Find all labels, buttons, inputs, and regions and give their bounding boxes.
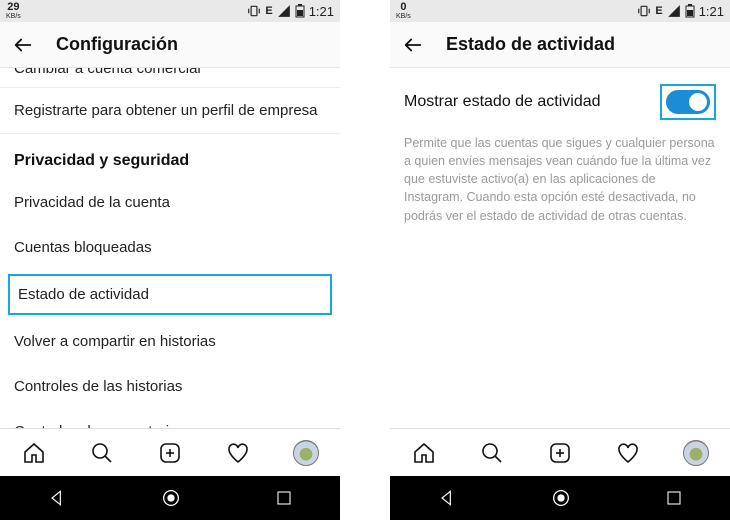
list-item-activity-status[interactable]: Estado de actividad (8, 274, 332, 315)
speed-unit: KB/s (6, 13, 21, 20)
network-type: E (265, 5, 272, 17)
vibrate-icon (247, 4, 261, 18)
phone-right: 0 KB/s E 1:21 Estado de actividad Mostra… (390, 0, 730, 520)
toggle-highlight (660, 84, 716, 120)
nav-recent-icon[interactable] (665, 489, 683, 507)
nav-back-icon[interactable] (437, 488, 457, 508)
heart-icon[interactable] (225, 440, 251, 466)
signal-icon (667, 4, 681, 18)
network-speed: 0 KB/s (396, 2, 411, 20)
nav-home-icon[interactable] (160, 487, 182, 509)
heart-icon[interactable] (615, 440, 641, 466)
nav-home-icon[interactable] (550, 487, 572, 509)
status-icons: E 1:21 (247, 4, 334, 19)
setting-label: Mostrar estado de actividad (404, 93, 601, 111)
speed-unit: KB/s (396, 13, 411, 20)
list-item-cut[interactable]: Cambiar a cuenta comercial (0, 68, 340, 88)
search-icon[interactable] (479, 440, 505, 466)
list-item-comment-controls[interactable]: Controles de comentarios (0, 409, 340, 428)
home-icon[interactable] (21, 440, 47, 466)
setting-row-activity: Mostrar estado de actividad (390, 68, 730, 130)
list-item-register[interactable]: Registrarte para obtener un perfil de em… (0, 88, 340, 133)
app-bar: Estado de actividad (390, 22, 730, 68)
profile-avatar[interactable] (683, 440, 709, 466)
network-type: E (655, 5, 662, 17)
android-nav-bar (0, 476, 340, 520)
settings-list[interactable]: Cambiar a cuenta comercial Registrarte p… (0, 68, 340, 428)
clock: 1:21 (309, 4, 334, 19)
setting-description: Permite que las cuentas que sigues y cua… (390, 130, 730, 229)
status-bar: 29 KB/s E 1:21 (0, 0, 340, 22)
vibrate-icon (637, 4, 651, 18)
speed-value: 29 (7, 2, 19, 13)
list-item-privacy[interactable]: Privacidad de la cuenta (0, 180, 340, 225)
network-speed: 29 KB/s (6, 2, 21, 20)
signal-icon (277, 4, 291, 18)
search-icon[interactable] (89, 440, 115, 466)
section-header-privacy: Privacidad y seguridad (0, 133, 340, 180)
app-bar: Configuración (0, 22, 340, 68)
profile-avatar[interactable] (293, 440, 319, 466)
activity-status-toggle[interactable] (666, 90, 710, 114)
activity-status-panel: Mostrar estado de actividad Permite que … (390, 68, 730, 428)
speed-value: 0 (400, 2, 406, 13)
phone-left: 29 KB/s E 1:21 Configuración Cambiar a c… (0, 0, 340, 520)
back-icon[interactable] (12, 34, 34, 56)
clock: 1:21 (699, 4, 724, 19)
list-item-story-controls[interactable]: Controles de las historias (0, 364, 340, 409)
nav-back-icon[interactable] (47, 488, 67, 508)
back-icon[interactable] (402, 34, 424, 56)
list-item-blocked[interactable]: Cuentas bloqueadas (0, 225, 340, 270)
android-nav-bar (390, 476, 730, 520)
battery-icon (685, 4, 695, 18)
tab-bar (0, 428, 340, 476)
home-icon[interactable] (411, 440, 437, 466)
page-title: Configuración (56, 34, 178, 55)
status-icons: E 1:21 (637, 4, 724, 19)
battery-icon (295, 4, 305, 18)
tab-bar (390, 428, 730, 476)
list-item-reshare[interactable]: Volver a compartir en historias (0, 319, 340, 364)
page-title: Estado de actividad (446, 34, 615, 55)
add-icon[interactable] (157, 440, 183, 466)
status-bar: 0 KB/s E 1:21 (390, 0, 730, 22)
nav-recent-icon[interactable] (275, 489, 293, 507)
add-icon[interactable] (547, 440, 573, 466)
